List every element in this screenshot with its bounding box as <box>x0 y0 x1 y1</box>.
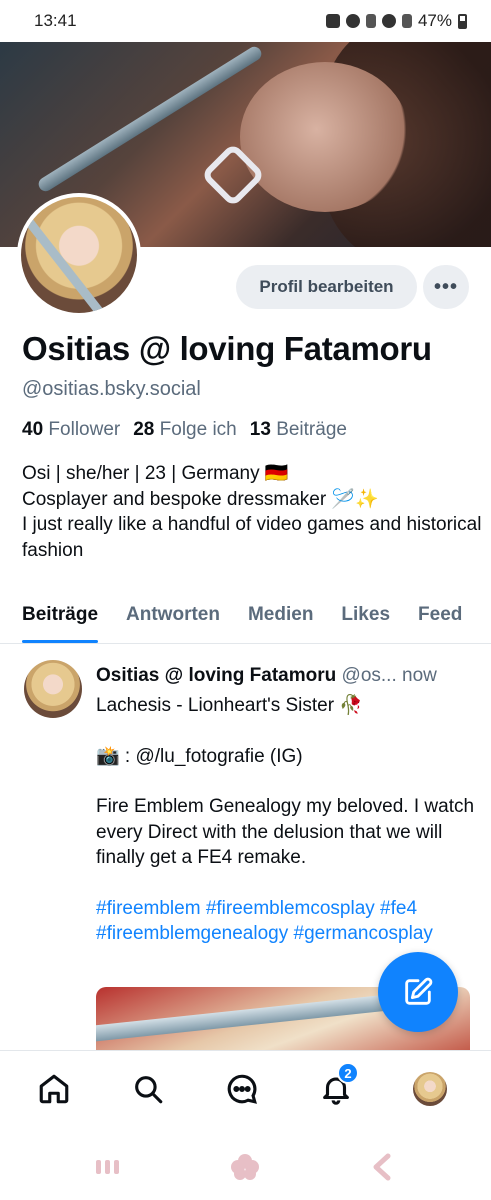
search-icon <box>135 1076 163 1104</box>
post-avatar[interactable] <box>24 660 82 718</box>
nav-chat[interactable] <box>222 1069 262 1109</box>
profile-bio: Osi | she/her | 23 | Germany 🇩🇪 Cosplaye… <box>22 461 482 563</box>
post-author[interactable]: Ositias @ loving Fatamoru <box>96 665 336 686</box>
profile-stats: 40 Follower 28 Folge ich 13 Beiträge <box>22 419 347 441</box>
tab-media[interactable]: Medien <box>234 596 327 643</box>
profile-tabs: Beiträge Antworten Medien Likes Feed <box>0 596 491 644</box>
back-button[interactable] <box>367 1153 397 1181</box>
battery-percent: 47% <box>417 11 452 30</box>
tab-posts[interactable]: Beiträge <box>0 596 112 643</box>
post-time: now <box>402 665 437 686</box>
tab-feeds[interactable]: Feed <box>404 596 476 643</box>
edit-profile-button[interactable]: Profil bearbeiten <box>236 265 417 309</box>
recent-apps-button[interactable] <box>93 1154 123 1180</box>
followers-stat[interactable]: 40 Follower <box>22 419 120 441</box>
alarm-icon <box>345 14 360 28</box>
home-system-button[interactable] <box>230 1154 260 1180</box>
post-hashtags[interactable]: #fireemblem #fireemblemcosplay #fe4 #fir… <box>96 896 476 947</box>
signal-icon <box>401 14 412 28</box>
notification-badge: 2 <box>337 1062 359 1084</box>
chat-icon <box>227 1074 257 1104</box>
posts-stat: 13 Beiträge <box>249 419 347 440</box>
post-text: Lachesis - Lionheart's Sister 🥀 📸 : @/lu_… <box>96 693 476 947</box>
wifi-icon <box>381 14 396 28</box>
status-time: 13:41 <box>34 11 77 30</box>
tab-likes[interactable]: Likes <box>327 596 404 643</box>
post-header: Ositias @ loving Fatamoru @os... now <box>96 665 476 687</box>
tab-replies[interactable]: Antworten <box>112 596 234 643</box>
post-line: Fire Emblem Genealogy my beloved. I watc… <box>96 796 480 868</box>
more-icon: ••• <box>433 275 458 298</box>
compose-icon <box>405 977 433 1005</box>
bio-line: Osi | she/her | 23 | Germany 🇩🇪 <box>22 463 289 484</box>
nav-avatar <box>413 1072 447 1106</box>
nav-profile[interactable] <box>410 1069 450 1109</box>
bluetooth-icon <box>365 14 376 28</box>
system-navigation-bar <box>0 1134 491 1200</box>
notification-icon <box>325 14 340 28</box>
display-name: Ositias @ loving Fatamoru <box>22 330 432 367</box>
battery-icon <box>458 13 467 29</box>
following-stat[interactable]: 28 Folge ich <box>133 419 237 441</box>
status-bar: 13:41 47% <box>0 0 491 42</box>
recent-apps-icon <box>96 1160 119 1174</box>
bio-line: Cosplayer and bespoke dressmaker 🪡✨ <box>22 488 379 510</box>
bio-line: I just really like a handful of video ga… <box>22 514 482 561</box>
compose-button[interactable] <box>378 952 458 1032</box>
more-options-button[interactable]: ••• <box>423 265 469 309</box>
home-icon <box>39 1074 69 1104</box>
post-line: Lachesis - Lionheart's Sister 🥀 <box>96 695 364 716</box>
profile-handle: @ositias.bsky.social <box>22 378 201 400</box>
post-line: 📸 : @/lu_fotografie (IG) <box>96 745 303 767</box>
status-icons: 47% <box>325 11 467 31</box>
nav-home[interactable] <box>34 1069 74 1109</box>
profile-avatar[interactable] <box>17 193 141 317</box>
home-flower-icon <box>231 1154 259 1180</box>
nav-search[interactable] <box>128 1069 168 1109</box>
post-handle: @os... <box>341 665 397 686</box>
back-icon <box>373 1153 391 1181</box>
bottom-navigation: 2 <box>0 1050 491 1134</box>
